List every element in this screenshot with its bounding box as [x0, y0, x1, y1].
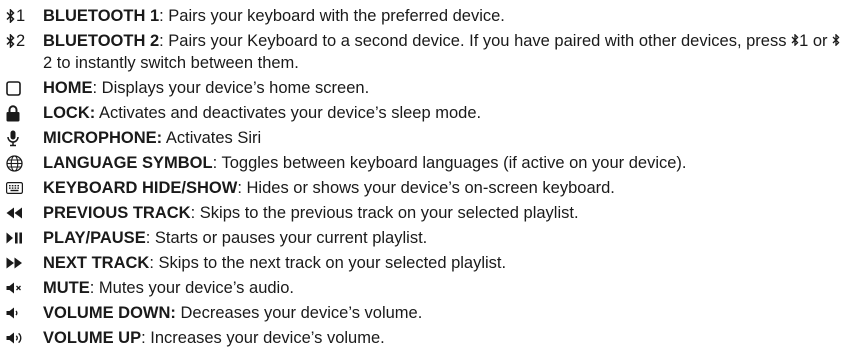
microphone-icon: [6, 127, 43, 149]
item-label: KEYBOARD HIDE/SHOW: [43, 179, 238, 197]
play-pause-icon: [6, 227, 43, 249]
item-description: Activates and deactivates your device’s …: [98, 104, 482, 122]
item-description: Activates Siri: [165, 129, 262, 147]
item-description: Starts or pauses your current playlist.: [154, 229, 428, 247]
item-label: VOLUME UP: [43, 329, 142, 347]
item-description: Mutes your device’s audio.: [98, 279, 294, 297]
item-label: PREVIOUS TRACK: [43, 204, 191, 222]
bluetooth-1-icon: 1: [6, 5, 43, 27]
function-key-list: 1 BLUETOOTH 1: Pairs your keyboard with …: [0, 0, 856, 349]
volume-up-icon: [6, 327, 43, 349]
item-description: Displays your device’s home screen.: [101, 79, 370, 97]
item-label: BLUETOOTH 2: [43, 32, 160, 50]
lock-icon: [6, 102, 43, 124]
item-description: Hides or shows your device’s on-screen k…: [246, 179, 615, 197]
list-item: LANGUAGE SYMBOL: Toggles between keyboar…: [6, 152, 856, 174]
item-description: Toggles between keyboard languages (if a…: [221, 154, 687, 172]
list-item: PLAY/PAUSE: Starts or pauses your curren…: [6, 227, 856, 249]
item-description: Increases your device’s volume.: [150, 329, 385, 347]
list-item: LOCK: Activates and deactivates your dev…: [6, 102, 856, 124]
next-track-icon: [6, 252, 43, 274]
home-square-icon: [6, 77, 43, 99]
keyboard-icon: [6, 177, 43, 199]
list-item: PREVIOUS TRACK: Skips to the previous tr…: [6, 202, 856, 224]
list-item: VOLUME DOWN: Decreases your device’s vol…: [6, 302, 856, 324]
item-label: MICROPHONE:: [43, 129, 163, 147]
item-description: Skips to the next track on your selected…: [158, 254, 507, 272]
list-item: MICROPHONE: Activates Siri: [6, 127, 856, 149]
list-item: MUTE: Mutes your device’s audio.: [6, 277, 856, 299]
item-label: VOLUME DOWN:: [43, 304, 176, 322]
globe-icon: [6, 152, 43, 174]
item-description: Pairs your Keyboard to a second device. …: [168, 32, 787, 50]
bluetooth-2-icon: 2: [6, 30, 43, 52]
item-description: Skips to the previous track on your sele…: [199, 204, 579, 222]
previous-track-icon: [6, 202, 43, 224]
item-label: LOCK:: [43, 104, 96, 122]
list-item: 2 BLUETOOTH 2: Pairs your Keyboard to a …: [6, 30, 856, 74]
item-label: MUTE: [43, 279, 90, 297]
item-label: HOME: [43, 79, 93, 97]
item-description: Decreases your device’s volume.: [180, 304, 423, 322]
list-item: NEXT TRACK: Skips to the next track on y…: [6, 252, 856, 274]
list-item: VOLUME UP: Increases your device’s volum…: [6, 327, 856, 349]
mute-icon: [6, 277, 43, 299]
volume-down-icon: [6, 302, 43, 324]
item-label: BLUETOOTH 1: [43, 7, 160, 25]
item-description: Pairs your keyboard with the preferred d…: [168, 7, 505, 25]
item-label: PLAY/PAUSE: [43, 229, 146, 247]
list-item: 1 BLUETOOTH 1: Pairs your keyboard with …: [6, 5, 856, 27]
list-item: KEYBOARD HIDE/SHOW: Hides or shows your …: [6, 177, 856, 199]
bluetooth-inline-icon: [791, 33, 799, 47]
list-item: HOME: Displays your device’s home screen…: [6, 77, 856, 99]
item-label: NEXT TRACK: [43, 254, 150, 272]
bluetooth-inline-icon: [832, 33, 840, 47]
item-label: LANGUAGE SYMBOL: [43, 154, 213, 172]
